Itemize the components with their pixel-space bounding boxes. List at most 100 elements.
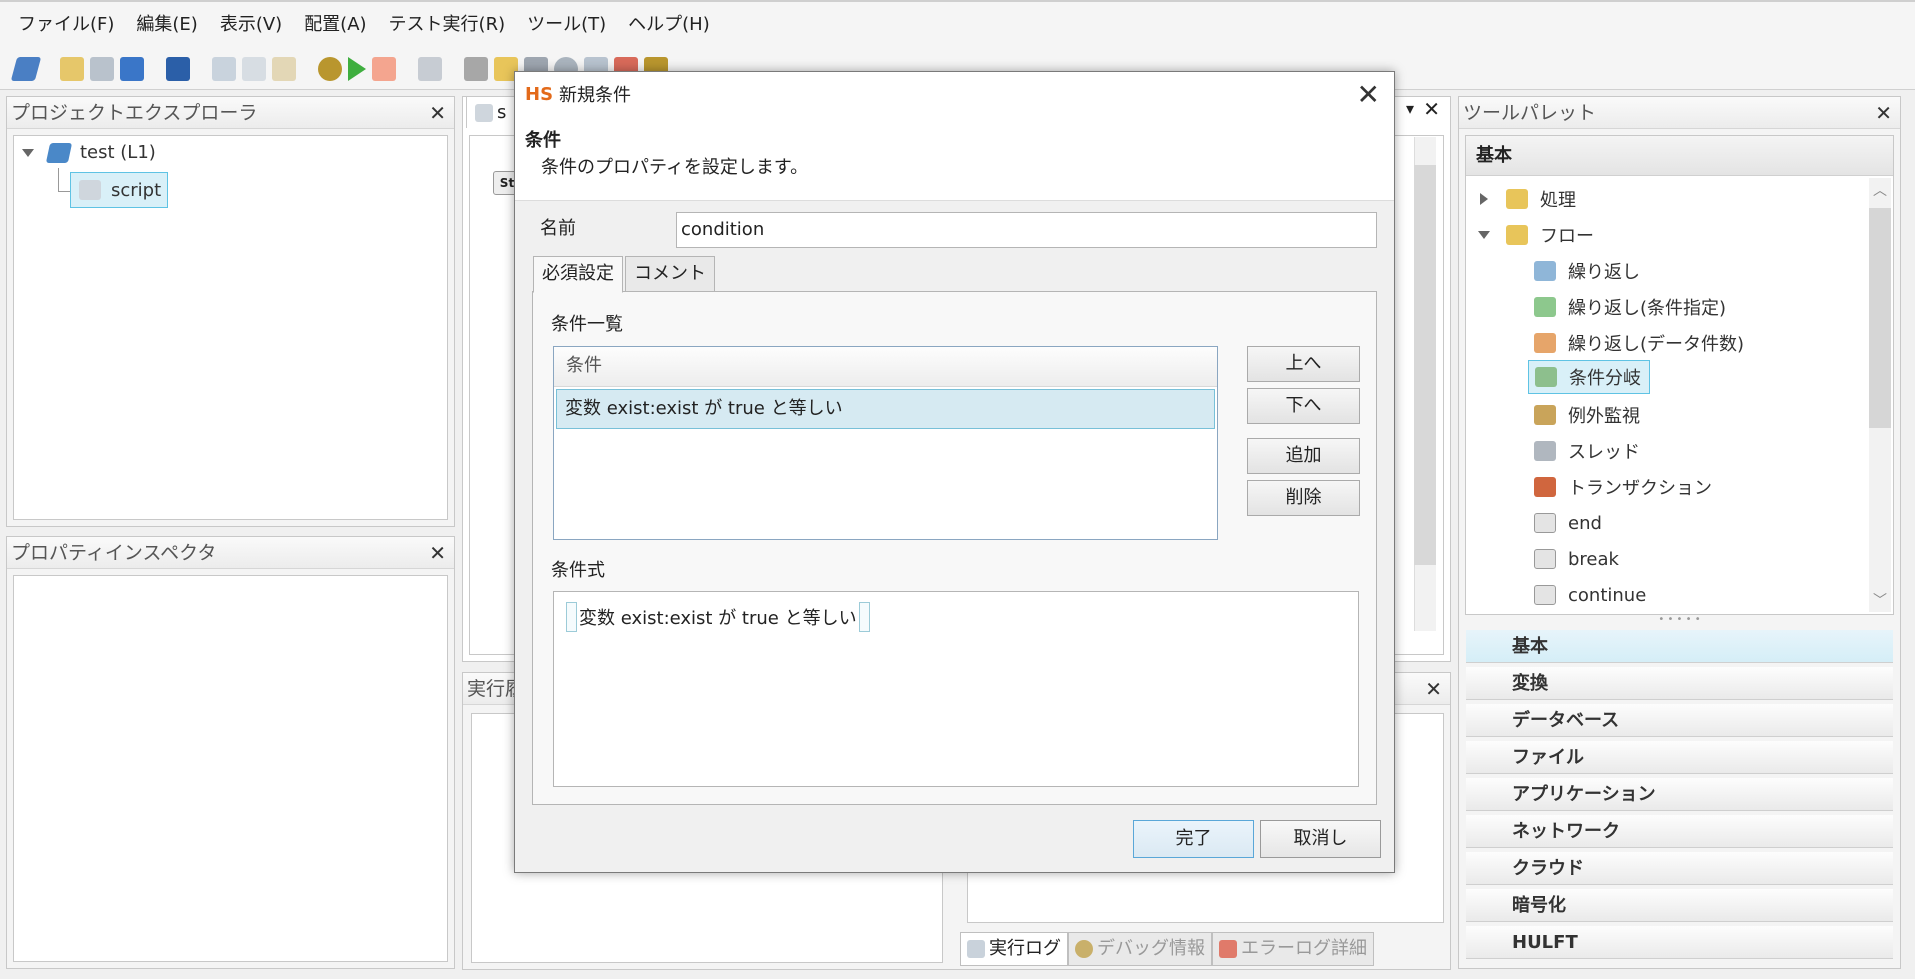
palette-item-folder-process[interactable]: 処理 [1480,184,1576,214]
palette-item-thread[interactable]: スレッド [1534,436,1640,466]
palette-item-continue[interactable]: continue [1534,580,1646,610]
toolbar-separator [402,57,412,81]
condition-list-header[interactable]: 条件 [554,347,1217,387]
palette-category-basic[interactable]: 基本 [1466,630,1893,663]
close-icon[interactable]: ✕ [429,537,446,569]
palette-category-file[interactable]: ファイル [1466,741,1893,774]
grid-icon[interactable] [418,56,442,81]
palette-item-condition-branch[interactable]: 条件分岐 [1528,360,1650,394]
tab-comment[interactable]: コメント [625,256,715,292]
palette-item-folder-flow[interactable]: フロー [1478,220,1594,250]
palette-item-loop[interactable]: 繰り返し [1534,256,1640,286]
palette-item-transaction[interactable]: トランザクション [1534,472,1712,502]
tab-debug-info[interactable]: デバッグ情報 [1068,932,1212,966]
palette-item-end[interactable]: end [1534,508,1602,538]
menu-edit[interactable]: 編集(E) [125,3,208,47]
close-icon[interactable]: ✕ [1875,97,1892,129]
palette-item-label: 繰り返し(データ件数) [1568,334,1745,355]
palette-category-cloud[interactable]: クラウド [1466,852,1893,885]
move-up-button[interactable]: 上へ [1247,346,1360,382]
move-down-button[interactable]: 下へ [1247,388,1360,424]
cancel-button[interactable]: 取消し [1260,820,1381,858]
expand-icon[interactable] [22,148,34,157]
loop-condition-icon [1534,297,1556,317]
palette-item-loop-condition[interactable]: 繰り返し(条件指定) [1534,292,1726,322]
exception-icon [1534,405,1556,425]
close-icon[interactable]: ✕ [1425,673,1442,705]
palette-category-database[interactable]: データベース [1466,704,1893,737]
script-name: script [111,179,162,201]
add-script-icon[interactable] [120,56,144,81]
copy-icon[interactable] [242,56,266,81]
menu-file[interactable]: ファイル(F) [8,3,125,47]
new-condition-dialog: HS 新規条件 ✕ 条件 条件のプロパティを設定します。 名前 conditio… [514,71,1395,873]
thread-icon [1534,441,1556,461]
tab-execution-log[interactable]: 実行ログ [960,932,1068,966]
condition-expression-label: 条件式 [551,560,605,581]
splitter-handle[interactable]: • • • • • [1465,615,1894,625]
palette-item-label: break [1568,548,1619,570]
paste-icon[interactable] [272,56,296,81]
palette-category-application[interactable]: アプリケーション [1466,778,1893,811]
close-icon[interactable]: ✕ [1357,78,1380,111]
script-icon [79,180,101,200]
palette-category-network[interactable]: ネットワーク [1466,815,1893,848]
tab-error-log[interactable]: エラーログ詳細 [1212,932,1374,966]
palette-category-convert[interactable]: 変換 [1466,667,1893,700]
dialog-tabs: 必須設定 コメント [533,256,717,293]
menu-view[interactable]: 表示(V) [209,3,293,47]
cut-icon[interactable] [212,56,236,81]
palette-item-exception[interactable]: 例外監視 [1534,400,1640,430]
condition-expression-editor[interactable]: 変数 exist:exist が true と等しい [553,591,1359,787]
palette-item-label: end [1568,512,1602,534]
menu-tools[interactable]: ツール(T) [516,3,617,47]
palette-category-hulft[interactable]: HULFT [1466,926,1893,959]
scrollbar-thumb[interactable] [1414,165,1436,565]
save-icon[interactable] [166,56,190,81]
property-inspector-title: プロパティインスペクタ [11,542,217,564]
condition-list[interactable]: 条件 変数 exist:exist が true と等しい [553,346,1218,540]
new-script-icon[interactable] [60,56,84,81]
tool-palette-title: ツールパレット [1463,102,1597,124]
end-icon [1534,513,1556,533]
palette-category-encryption[interactable]: 暗号化 [1466,889,1893,922]
add-button[interactable]: 追加 [1247,438,1360,474]
palette-item-loop-data-count[interactable]: 繰り返し(データ件数) [1534,328,1744,358]
palette-item-label: 繰り返し(条件指定) [1568,298,1727,319]
run-icon[interactable] [348,56,366,81]
project-name: test (L1) [80,142,156,163]
tree-item-project[interactable]: test (L1) [22,142,156,163]
debug-icon[interactable] [318,56,342,81]
collapse-icon[interactable] [1480,193,1488,205]
menu-help[interactable]: ヘルプ(H) [617,3,721,47]
finish-button[interactable]: 完了 [1133,820,1254,858]
scrollbar-thumb[interactable] [1869,208,1891,428]
expression-chip[interactable]: 変数 exist:exist が true と等しい [566,602,870,632]
chevron-up-icon[interactable]: ︿ [1873,180,1887,200]
palette-item-break[interactable]: break [1534,544,1619,574]
condition-list-row[interactable]: 変数 exist:exist が true と等しい [556,389,1215,429]
new-project-icon[interactable] [10,56,42,81]
chevron-down-icon[interactable]: ▾ [1406,99,1414,118]
palette-section-header[interactable]: 基本 [1466,136,1893,176]
close-icon[interactable]: ✕ [1423,97,1440,121]
dialog-titlebar[interactable]: HS 新規条件 ✕ [515,72,1394,116]
chevron-down-icon[interactable]: ﹀ [1873,590,1887,610]
toolbar-separator [302,57,312,81]
tab-required-settings[interactable]: 必須設定 [533,256,623,293]
name-input[interactable]: condition [676,212,1377,248]
close-icon[interactable]: ✕ [429,97,446,129]
toolbar-separator [44,57,54,81]
menu-test-run[interactable]: テスト実行(R) [378,3,517,47]
stop-icon[interactable] [372,56,396,81]
tree-item-script[interactable]: script [70,172,169,208]
error-icon [1219,940,1237,958]
log-icon [967,940,985,958]
expression-bracket-left [566,602,577,632]
wrench-icon[interactable] [464,56,488,81]
menu-arrange[interactable]: 配置(A) [293,3,377,47]
delete-button[interactable]: 削除 [1247,480,1360,516]
expand-icon[interactable] [1478,231,1490,239]
copy-script-icon[interactable] [90,56,114,81]
loop-data-icon [1534,333,1556,353]
